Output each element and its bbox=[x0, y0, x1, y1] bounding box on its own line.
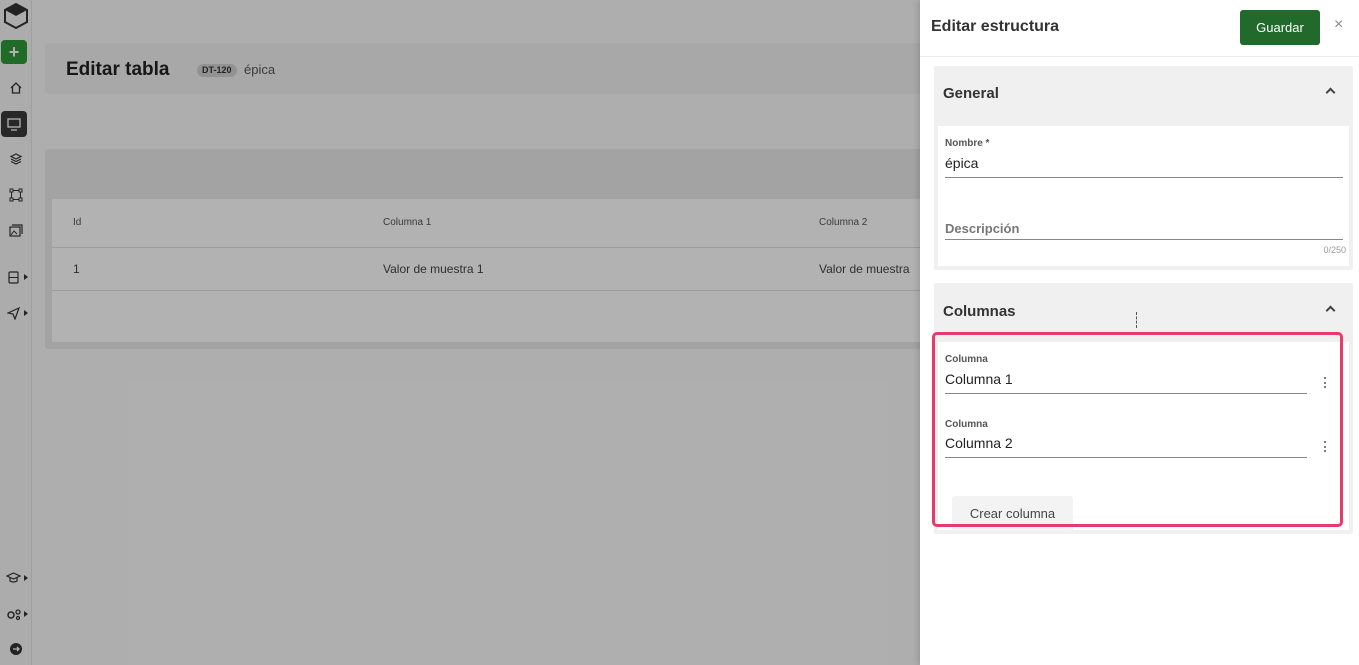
general-panel-title[interactable]: General bbox=[943, 85, 999, 102]
name-field-underline bbox=[945, 177, 1343, 178]
chevron-up-icon[interactable] bbox=[1325, 305, 1336, 316]
divider bbox=[920, 56, 1359, 57]
close-icon[interactable]: × bbox=[1334, 16, 1343, 34]
chevron-up-icon[interactable] bbox=[1325, 87, 1336, 98]
description-field[interactable]: Descripción bbox=[945, 221, 1019, 236]
save-button[interactable]: Guardar bbox=[1240, 10, 1320, 45]
general-panel-body: Nombre * épica Descripción 0/250 bbox=[938, 126, 1349, 266]
highlight-box bbox=[932, 332, 1343, 527]
general-panel: General Nombre * épica Descripción 0/250 bbox=[934, 66, 1353, 270]
name-field[interactable]: épica bbox=[945, 155, 978, 171]
drag-guide bbox=[1136, 312, 1137, 328]
description-field-underline bbox=[945, 239, 1343, 240]
columns-panel-title[interactable]: Columnas bbox=[943, 303, 1016, 320]
modal-backdrop[interactable] bbox=[0, 0, 920, 665]
description-counter: 0/250 bbox=[1323, 245, 1346, 255]
edit-structure-drawer: Editar estructura Guardar × General Nomb… bbox=[920, 0, 1359, 665]
drawer-title: Editar estructura bbox=[931, 18, 1060, 35]
name-field-label: Nombre * bbox=[945, 138, 990, 149]
